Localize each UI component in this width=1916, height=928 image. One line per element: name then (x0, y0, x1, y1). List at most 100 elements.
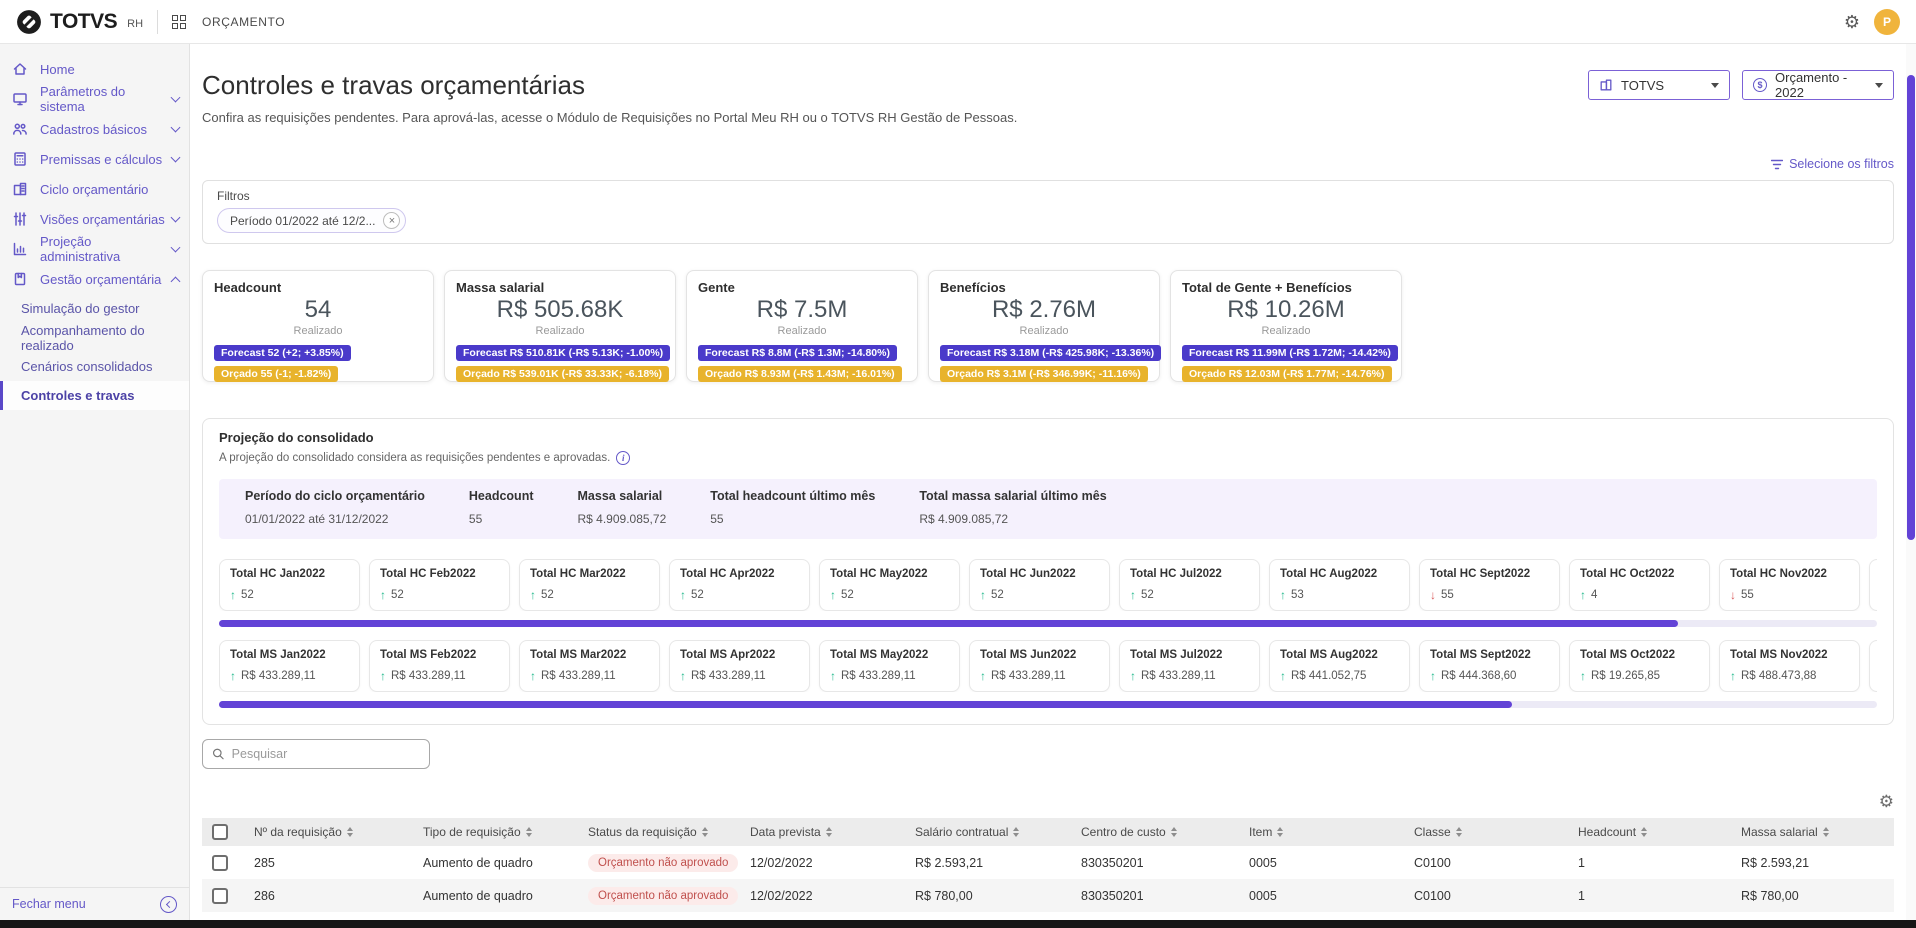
budget-select[interactable]: $ Orçamento - 2022 (1742, 70, 1894, 100)
filter-chip-label: Período 01/2022 até 12/2... (230, 214, 375, 228)
sidebar-subitem-label: Acompanhamento do realizado (21, 323, 189, 353)
page-scrollbar[interactable] (1906, 44, 1916, 920)
trend-arrow-icon (1130, 588, 1136, 602)
column-header: Classe (1414, 825, 1451, 839)
filters-panel: Filtros Período 01/2022 até 12/2... × (202, 180, 1894, 244)
sort-icon[interactable] (526, 827, 532, 837)
ms-row-scrollbar[interactable] (219, 701, 1877, 708)
kpi-cards-row: Headcount 54 Realizado Forecast 52 (+2; … (202, 270, 1894, 382)
trend-arrow-icon (1580, 588, 1586, 602)
chevron-down-icon (171, 213, 181, 223)
cell-classe: C0100 (1410, 856, 1574, 870)
chevron-down-icon (1875, 83, 1883, 88)
sort-icon[interactable] (826, 827, 832, 837)
sidebar-subitem-cenarios[interactable]: Cenários consolidados (0, 352, 189, 381)
chevron-left-circle-icon (160, 896, 177, 913)
ms-month-card: Total MS May2022 R$ 433.289,11 (819, 640, 960, 692)
hc-month-card: Total HC Mar2022 52 (519, 559, 660, 611)
sidebar-item-home[interactable]: Home (0, 54, 189, 84)
column-header: Nº da requisição (254, 825, 342, 839)
table-row[interactable]: 285 Aumento de quadro Orçamento não apro… (202, 846, 1894, 879)
apps-grid-icon[interactable] (172, 15, 186, 29)
table-settings-gear-icon[interactable]: ⚙ (1879, 793, 1894, 810)
brand-suffix: RH (127, 18, 143, 30)
sidebar-item-ciclo[interactable]: Ciclo orçamentário (0, 174, 189, 204)
company-select-value: TOTVS (1621, 78, 1664, 93)
sort-icon[interactable] (1641, 827, 1647, 837)
kpi-title: Gente (698, 280, 906, 295)
sort-icon[interactable] (1823, 827, 1829, 837)
sidebar-item-visoes[interactable]: Visões orçamentárias (0, 204, 189, 234)
forecast-badge: Forecast R$ 8.8M (-R$ 1.3M; -14.80%) (698, 345, 897, 361)
month-card-value: R$ 433.289,11 (991, 670, 1066, 682)
hc-month-card: Total HC Jun2022 52 (969, 559, 1110, 611)
trend-arrow-icon (230, 669, 236, 683)
cell-item: 0005 (1245, 889, 1410, 903)
kpi-card-massa-salarial: Massa salarial R$ 505.68K Realizado Fore… (444, 270, 676, 382)
table-row[interactable]: 286 Aumento de quadro Orçamento não apro… (202, 879, 1894, 912)
chevron-up-icon (171, 276, 181, 286)
sidebar-item-cadastros[interactable]: Cadastros básicos (0, 114, 189, 144)
sort-icon[interactable] (1171, 827, 1177, 837)
sidebar-item-label: Parâmetros do sistema (40, 84, 172, 114)
row-checkbox[interactable] (212, 855, 228, 871)
page-title: Controles e travas orçamentárias (202, 70, 1017, 101)
sort-icon[interactable] (1277, 827, 1283, 837)
info-icon[interactable]: i (616, 451, 630, 465)
coin-icon: $ (1753, 78, 1767, 92)
topbar-divider (157, 10, 158, 34)
app-label[interactable]: ORÇAMENTO (202, 15, 285, 29)
month-card-label: Total MS Oct2022 (1580, 649, 1699, 661)
summary-label: Período do ciclo orçamentário (245, 489, 425, 503)
select-all-checkbox[interactable] (212, 824, 228, 840)
sidebar-subitem-acompanhamento[interactable]: Acompanhamento do realizado (0, 323, 189, 352)
sidebar-subitem-simulacao[interactable]: Simulação do gestor (0, 294, 189, 323)
summary-label: Headcount (469, 489, 534, 503)
search-input[interactable] (232, 747, 420, 761)
summary-label: Total massa salarial último mês (919, 489, 1106, 503)
sidebar-item-premissas[interactable]: Premissas e cálculos (0, 144, 189, 174)
chevron-down-icon (171, 93, 181, 103)
consolidado-title: Projeção do consolidado (219, 430, 1877, 445)
sidebar-item-gestao[interactable]: Gestão orçamentária (0, 264, 189, 294)
sort-icon[interactable] (702, 827, 708, 837)
kpi-sublabel: Realizado (214, 325, 422, 337)
ms-month-card: Total MS Jan2022 R$ 433.289,11 (219, 640, 360, 692)
sidebar-subitem-controles[interactable]: Controles e travas (0, 381, 189, 410)
home-icon (12, 61, 28, 77)
hc-month-card: Total HC Apr2022 52 (669, 559, 810, 611)
month-card-label: Total HC Sept2022 (1430, 568, 1549, 580)
column-header: Salário contratual (915, 825, 1008, 839)
column-header: Data prevista (750, 825, 821, 839)
brand-name: TOTVS (50, 10, 117, 34)
sidebar-item-parametros[interactable]: Parâmetros do sistema (0, 84, 189, 114)
column-header: Status da requisição (588, 825, 697, 839)
user-avatar[interactable]: P (1874, 9, 1900, 35)
ms-month-card: Total MS Mar2022 R$ 433.289,11 (519, 640, 660, 692)
ms-month-card: Total MS Aug2022 R$ 441.052,75 (1269, 640, 1410, 692)
row-checkbox[interactable] (212, 888, 228, 904)
settings-gear-icon[interactable]: ⚙ (1844, 13, 1860, 31)
summary-value: R$ 4.909.085,72 (919, 512, 1106, 526)
totvs-logo[interactable]: TOTVS RH (16, 9, 143, 35)
month-card-label: Total MS Aug2022 (1280, 649, 1399, 661)
sidebar-item-label: Home (40, 62, 75, 77)
sort-icon[interactable] (1456, 827, 1462, 837)
scrollbar-thumb[interactable] (1907, 75, 1915, 540)
trend-arrow-icon (1430, 588, 1436, 602)
month-card-label: Total HC May2022 (830, 568, 949, 580)
close-icon[interactable]: × (383, 212, 400, 229)
company-select[interactable]: TOTVS (1588, 70, 1730, 100)
hc-row-scrollbar[interactable] (219, 620, 1877, 627)
period-filter-chip[interactable]: Período 01/2022 até 12/2... × (217, 208, 406, 233)
hc-month-card: Total HC Nov2022 55 (1719, 559, 1860, 611)
sidebar-item-projecao[interactable]: Projeção administrativa (0, 234, 189, 264)
select-filters-link[interactable]: Selecione os filtros (1771, 157, 1894, 171)
hc-month-card: Total HC Sept2022 55 (1419, 559, 1560, 611)
collapse-menu-button[interactable]: Fechar menu (0, 887, 189, 920)
sort-icon[interactable] (347, 827, 353, 837)
sort-icon[interactable] (1013, 827, 1019, 837)
month-card-label: Total MS Nov2022 (1730, 649, 1849, 661)
cell-numero: 286 (250, 889, 419, 903)
hc-month-card: Total HC Feb2022 52 (369, 559, 510, 611)
